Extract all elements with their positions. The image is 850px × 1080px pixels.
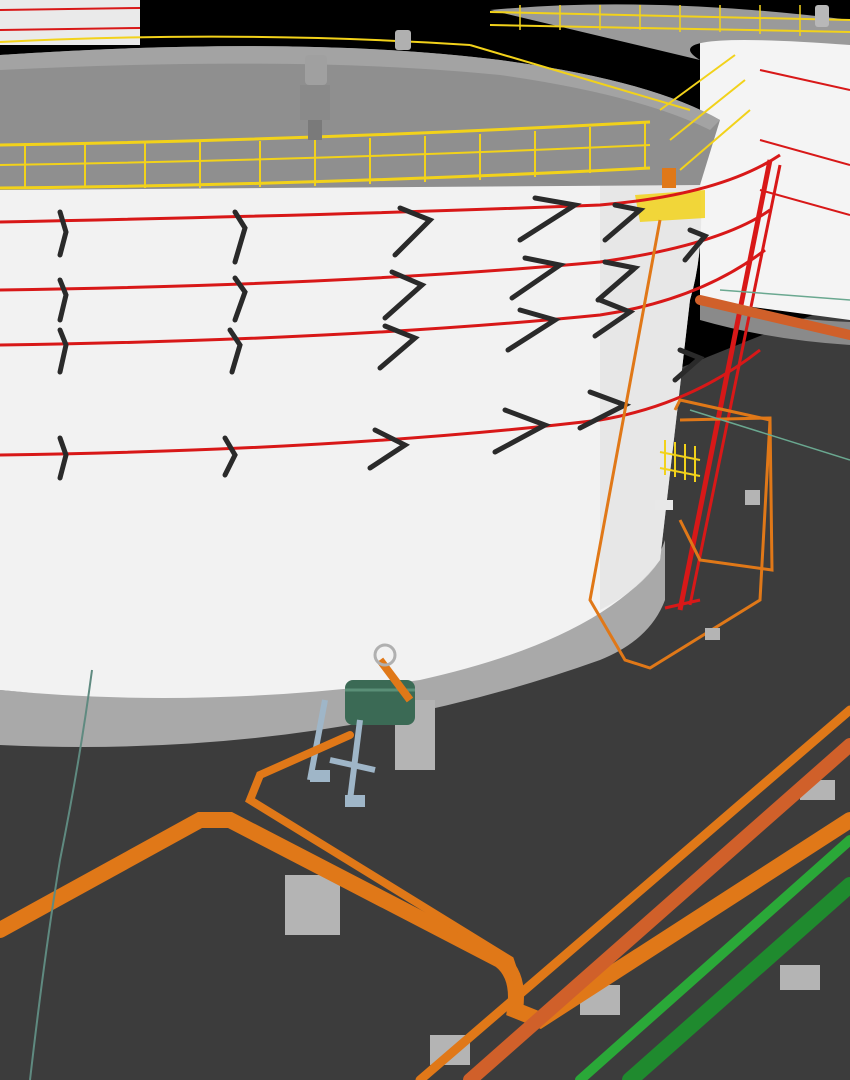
valve-white-icon[interactable] — [655, 500, 673, 510]
roof-vent-icon[interactable] — [815, 5, 829, 27]
plant-model-scene[interactable] — [0, 0, 850, 1080]
roof-vent-small-icon[interactable] — [395, 30, 411, 50]
3d-model-viewport[interactable] — [0, 0, 850, 1080]
